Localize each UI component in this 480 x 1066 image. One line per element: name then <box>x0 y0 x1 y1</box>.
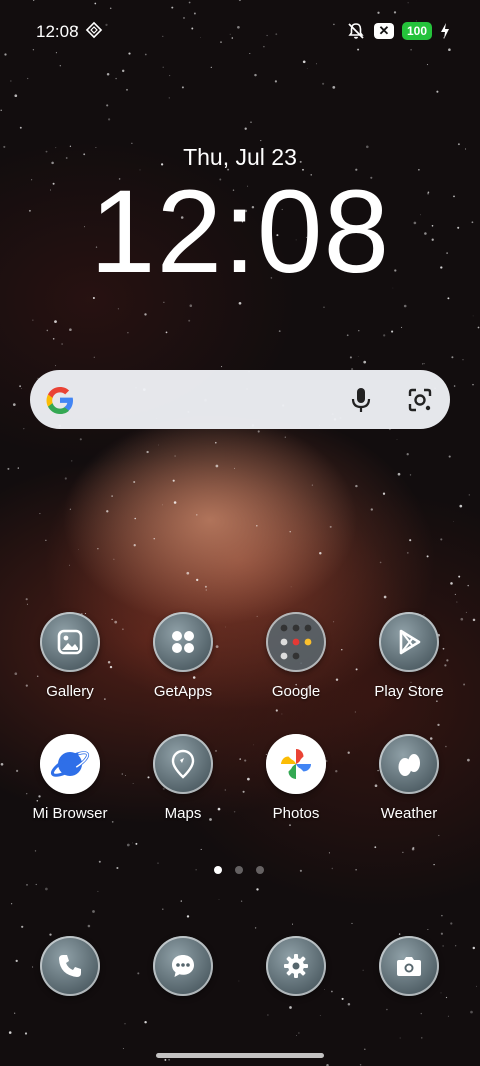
big-clock[interactable]: 12:08 <box>0 172 480 292</box>
status-icons: ✕ 100 <box>346 21 450 41</box>
page-dot[interactable] <box>256 866 264 874</box>
app-label: Weather <box>380 805 438 822</box>
status-time: 12:08 <box>36 22 79 41</box>
browser-icon <box>40 734 100 794</box>
app-label: Gallery <box>46 683 94 700</box>
app-label: Google <box>271 683 321 700</box>
app-folder-google[interactable]: Google <box>241 612 351 700</box>
photos-icon <box>266 734 326 794</box>
weather-icon <box>379 734 439 794</box>
app-label: Play Store <box>374 683 444 700</box>
no-sim-icon: ✕ <box>373 23 394 39</box>
mic-icon[interactable] <box>348 386 374 414</box>
battery-indicator: 100 <box>401 22 432 40</box>
google-logo-icon <box>46 387 73 414</box>
lens-icon[interactable] <box>406 386 434 414</box>
page-dot-active[interactable] <box>214 866 222 874</box>
app-photos[interactable]: Photos <box>241 734 351 822</box>
dock-settings[interactable] <box>241 936 351 996</box>
gallery-icon <box>40 612 100 672</box>
settings-icon <box>266 936 326 996</box>
gesture-nav-handle[interactable] <box>156 1053 324 1058</box>
app-gallery[interactable]: Gallery <box>15 612 125 700</box>
app-getapps[interactable]: GetApps <box>128 612 238 700</box>
charging-icon <box>441 23 449 39</box>
app-weather[interactable]: Weather <box>354 734 464 822</box>
app-play-store[interactable]: Play Store <box>354 612 464 700</box>
sync-icon <box>85 21 103 39</box>
mute-icon <box>348 23 364 39</box>
play-store-icon <box>379 612 439 672</box>
dock-messages[interactable] <box>128 936 238 996</box>
getapps-icon <box>153 612 213 672</box>
folder-icon <box>266 612 326 672</box>
app-label: Photos <box>272 805 320 822</box>
google-search-bar[interactable] <box>30 370 450 429</box>
messages-icon <box>153 936 213 996</box>
page-dot[interactable] <box>235 866 243 874</box>
app-label: Mi Browser <box>32 805 108 822</box>
page-indicator <box>214 866 264 874</box>
camera-icon <box>379 936 439 996</box>
maps-icon <box>153 734 213 794</box>
app-maps[interactable]: Maps <box>128 734 238 822</box>
app-label: Maps <box>164 805 202 822</box>
phone-icon <box>40 936 100 996</box>
app-label: GetApps <box>153 683 213 700</box>
app-mi-browser[interactable]: Mi Browser <box>15 734 125 822</box>
status-bar: 12:08 ✕ 100 <box>0 0 480 60</box>
dock-phone[interactable] <box>15 936 125 996</box>
dock-camera[interactable] <box>354 936 464 996</box>
